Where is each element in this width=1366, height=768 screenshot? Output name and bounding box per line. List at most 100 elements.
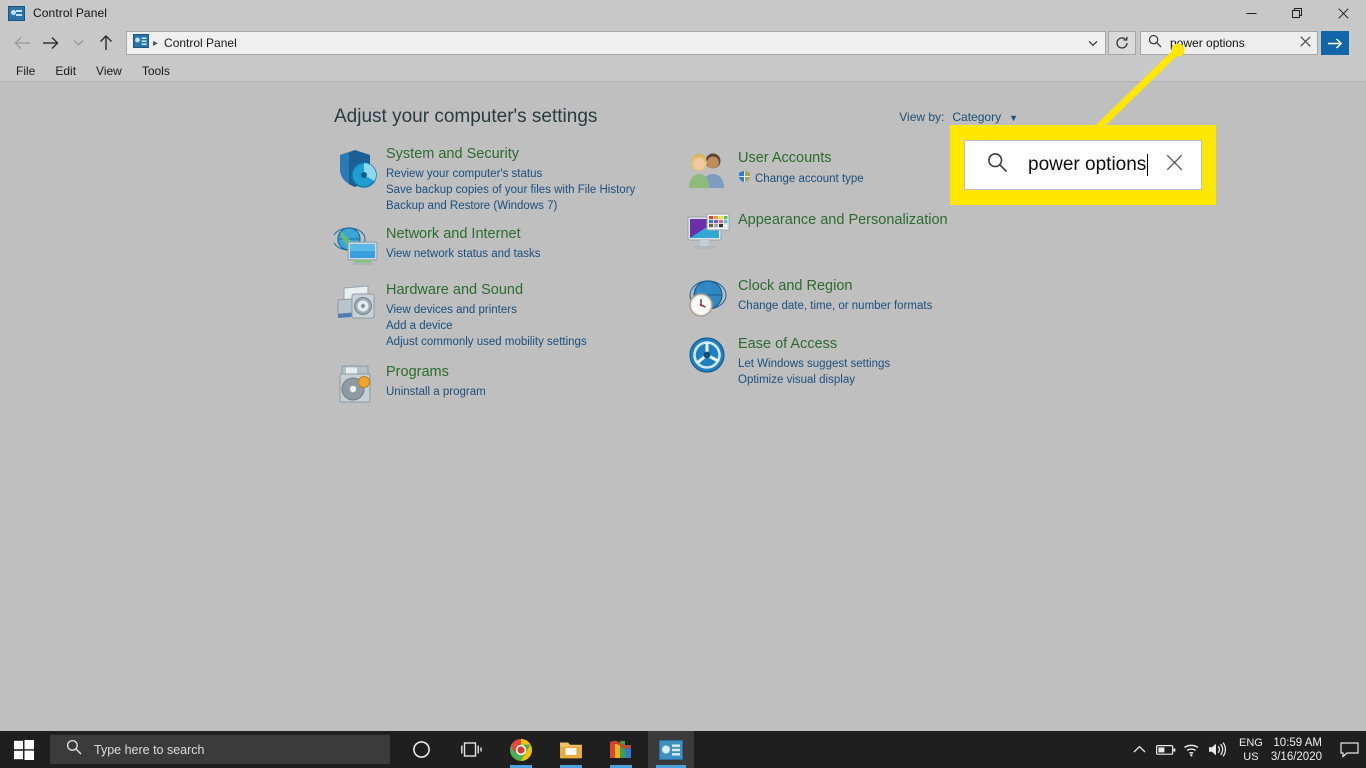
category-body: Clock and Region Change date, time, or n… bbox=[738, 276, 932, 320]
view-by-value[interactable]: Category bbox=[952, 110, 1001, 124]
callout-search-value: power options bbox=[1028, 154, 1147, 175]
category-programs: Programs Uninstall a program bbox=[334, 362, 674, 406]
breadcrumb[interactable]: Control Panel bbox=[164, 36, 237, 50]
wifi-icon[interactable] bbox=[1179, 731, 1205, 768]
category-body: Hardware and Sound View devices and prin… bbox=[386, 280, 587, 350]
category-hardware-and-sound: Hardware and Sound View devices and prin… bbox=[334, 280, 674, 350]
taskbar-pinned-items bbox=[398, 731, 694, 768]
network-globe-icon bbox=[334, 224, 386, 268]
page-title: Adjust your computer's settings bbox=[334, 106, 598, 127]
recent-locations-chevron-down-icon[interactable] bbox=[64, 30, 92, 56]
category-body: Ease of Access Let Windows suggest setti… bbox=[738, 334, 890, 388]
link-view-network-status-and-tasks[interactable]: View network status and tasks bbox=[386, 246, 540, 262]
navigation-bar: ▸ Control Panel power options bbox=[0, 26, 1366, 60]
start-button-windows-icon[interactable] bbox=[0, 731, 48, 768]
archiver-icon[interactable] bbox=[598, 731, 644, 768]
action-center-icon[interactable] bbox=[1332, 731, 1366, 768]
cortana-icon[interactable] bbox=[398, 731, 444, 768]
category-title-system-and-security[interactable]: System and Security bbox=[386, 145, 519, 164]
control-panel-window: Control Panel ▸ Control Panel power opti… bbox=[0, 0, 1366, 768]
chrome-icon[interactable] bbox=[498, 731, 544, 768]
close-button[interactable] bbox=[1320, 0, 1366, 26]
language-indicator[interactable]: ENG US bbox=[1239, 736, 1263, 764]
clear-search-close-icon[interactable] bbox=[1300, 34, 1311, 52]
link-adjust-commonly-used-mobility-settings[interactable]: Adjust commonly used mobility settings bbox=[386, 334, 587, 350]
refresh-icon[interactable] bbox=[1108, 31, 1136, 55]
link-add-a-device[interactable]: Add a device bbox=[386, 318, 587, 334]
link-save-backup-copies-file-history[interactable]: Save backup copies of your files with Fi… bbox=[386, 182, 635, 198]
taskbar-search-box[interactable]: Type here to search bbox=[50, 735, 390, 764]
category-title-ease-of-access[interactable]: Ease of Access bbox=[738, 335, 837, 354]
callout-search-field[interactable]: power options bbox=[964, 140, 1202, 190]
menu-tools[interactable]: Tools bbox=[132, 60, 180, 82]
category-title-programs[interactable]: Programs bbox=[386, 363, 449, 382]
link-uninstall-a-program[interactable]: Uninstall a program bbox=[386, 384, 486, 400]
taskbar: Type here to search ENG US 10:59 AM 3/16… bbox=[0, 731, 1366, 768]
up-icon[interactable] bbox=[92, 30, 120, 56]
back-icon[interactable] bbox=[8, 30, 36, 56]
category-title-appearance-and-personalization[interactable]: Appearance and Personalization bbox=[738, 211, 948, 230]
category-title-network-and-internet[interactable]: Network and Internet bbox=[386, 225, 521, 244]
clock-time: 10:59 AM bbox=[1273, 736, 1322, 749]
control-panel-breadcrumb-icon bbox=[133, 33, 149, 53]
view-by-label: View by: bbox=[899, 110, 945, 124]
category-body: User Accounts Change account type bbox=[738, 148, 864, 190]
window-title-bar: Control Panel bbox=[0, 0, 1366, 26]
search-go-arrow-icon[interactable] bbox=[1321, 31, 1349, 55]
link-label: Change account type bbox=[755, 173, 864, 185]
menu-view[interactable]: View bbox=[86, 60, 132, 82]
control-panel-search-box[interactable]: power options bbox=[1140, 31, 1318, 55]
programs-disc-icon bbox=[334, 362, 386, 406]
category-title-user-accounts[interactable]: User Accounts bbox=[738, 149, 832, 168]
link-review-your-computers-status[interactable]: Review your computer's status bbox=[386, 166, 635, 182]
search-icon bbox=[987, 152, 1008, 178]
forward-icon[interactable] bbox=[36, 30, 64, 56]
link-change-account-type[interactable]: Change account type bbox=[738, 170, 864, 188]
system-tray: ENG US 10:59 AM 3/16/2020 bbox=[1127, 731, 1366, 768]
category-appearance-and-personalization: Appearance and Personalization bbox=[686, 210, 1026, 254]
menu-file[interactable]: File bbox=[6, 60, 45, 82]
minimize-button[interactable] bbox=[1228, 0, 1274, 26]
breadcrumb-separator-icon: ▸ bbox=[153, 37, 159, 49]
window-title: Control Panel bbox=[33, 6, 108, 20]
callout-clear-close-icon[interactable] bbox=[1166, 154, 1183, 176]
link-let-windows-suggest-settings[interactable]: Let Windows suggest settings bbox=[738, 356, 890, 372]
address-dropdown-chevron-down-icon[interactable] bbox=[1081, 32, 1105, 54]
user-accounts-icon bbox=[686, 148, 738, 190]
clock[interactable]: 10:59 AM 3/16/2020 bbox=[1271, 736, 1322, 764]
view-by-chevron-down-icon[interactable]: ▼ bbox=[1009, 113, 1018, 123]
category-body: Network and Internet View network status… bbox=[386, 224, 540, 268]
category-body: System and Security Review your computer… bbox=[386, 144, 635, 214]
control-panel-icon bbox=[8, 5, 25, 21]
volume-icon[interactable] bbox=[1205, 731, 1231, 768]
maximize-restore-button[interactable] bbox=[1274, 0, 1320, 26]
category-network-and-internet: Network and Internet View network status… bbox=[334, 224, 674, 268]
menu-bar: File Edit View Tools bbox=[0, 60, 1366, 82]
category-body: Appearance and Personalization bbox=[738, 210, 948, 254]
menu-edit[interactable]: Edit bbox=[45, 60, 86, 82]
tray-overflow-chevron-up-icon[interactable] bbox=[1127, 731, 1153, 768]
search-input-value[interactable]: power options bbox=[1170, 36, 1245, 50]
task-view-icon[interactable] bbox=[448, 731, 494, 768]
category-ease-of-access: Ease of Access Let Windows suggest setti… bbox=[686, 334, 1026, 388]
view-by-control: View by: Category ▼ bbox=[899, 110, 1018, 124]
category-title-clock-and-region[interactable]: Clock and Region bbox=[738, 277, 852, 296]
file-explorer-icon[interactable] bbox=[548, 731, 594, 768]
language-region: US bbox=[1243, 750, 1259, 763]
printer-hardware-icon bbox=[334, 280, 386, 350]
category-system-and-security: System and Security Review your computer… bbox=[334, 144, 674, 214]
category-clock-and-region: Clock and Region Change date, time, or n… bbox=[686, 276, 1026, 320]
control-panel-taskbar-icon[interactable] bbox=[648, 731, 694, 768]
link-backup-and-restore-windows-7[interactable]: Backup and Restore (Windows 7) bbox=[386, 198, 635, 214]
search-box-callout: power options bbox=[950, 125, 1216, 205]
appearance-monitor-icon bbox=[686, 210, 738, 254]
address-bar[interactable]: ▸ Control Panel bbox=[126, 31, 1106, 55]
clock-region-icon bbox=[686, 276, 738, 320]
link-optimize-visual-display[interactable]: Optimize visual display bbox=[738, 372, 890, 388]
text-cursor bbox=[1147, 154, 1149, 176]
category-title-hardware-and-sound[interactable]: Hardware and Sound bbox=[386, 281, 523, 300]
link-change-date-time-or-number-formats[interactable]: Change date, time, or number formats bbox=[738, 298, 932, 314]
window-controls bbox=[1228, 0, 1366, 26]
battery-icon[interactable] bbox=[1153, 731, 1179, 768]
link-view-devices-and-printers[interactable]: View devices and printers bbox=[386, 302, 587, 318]
